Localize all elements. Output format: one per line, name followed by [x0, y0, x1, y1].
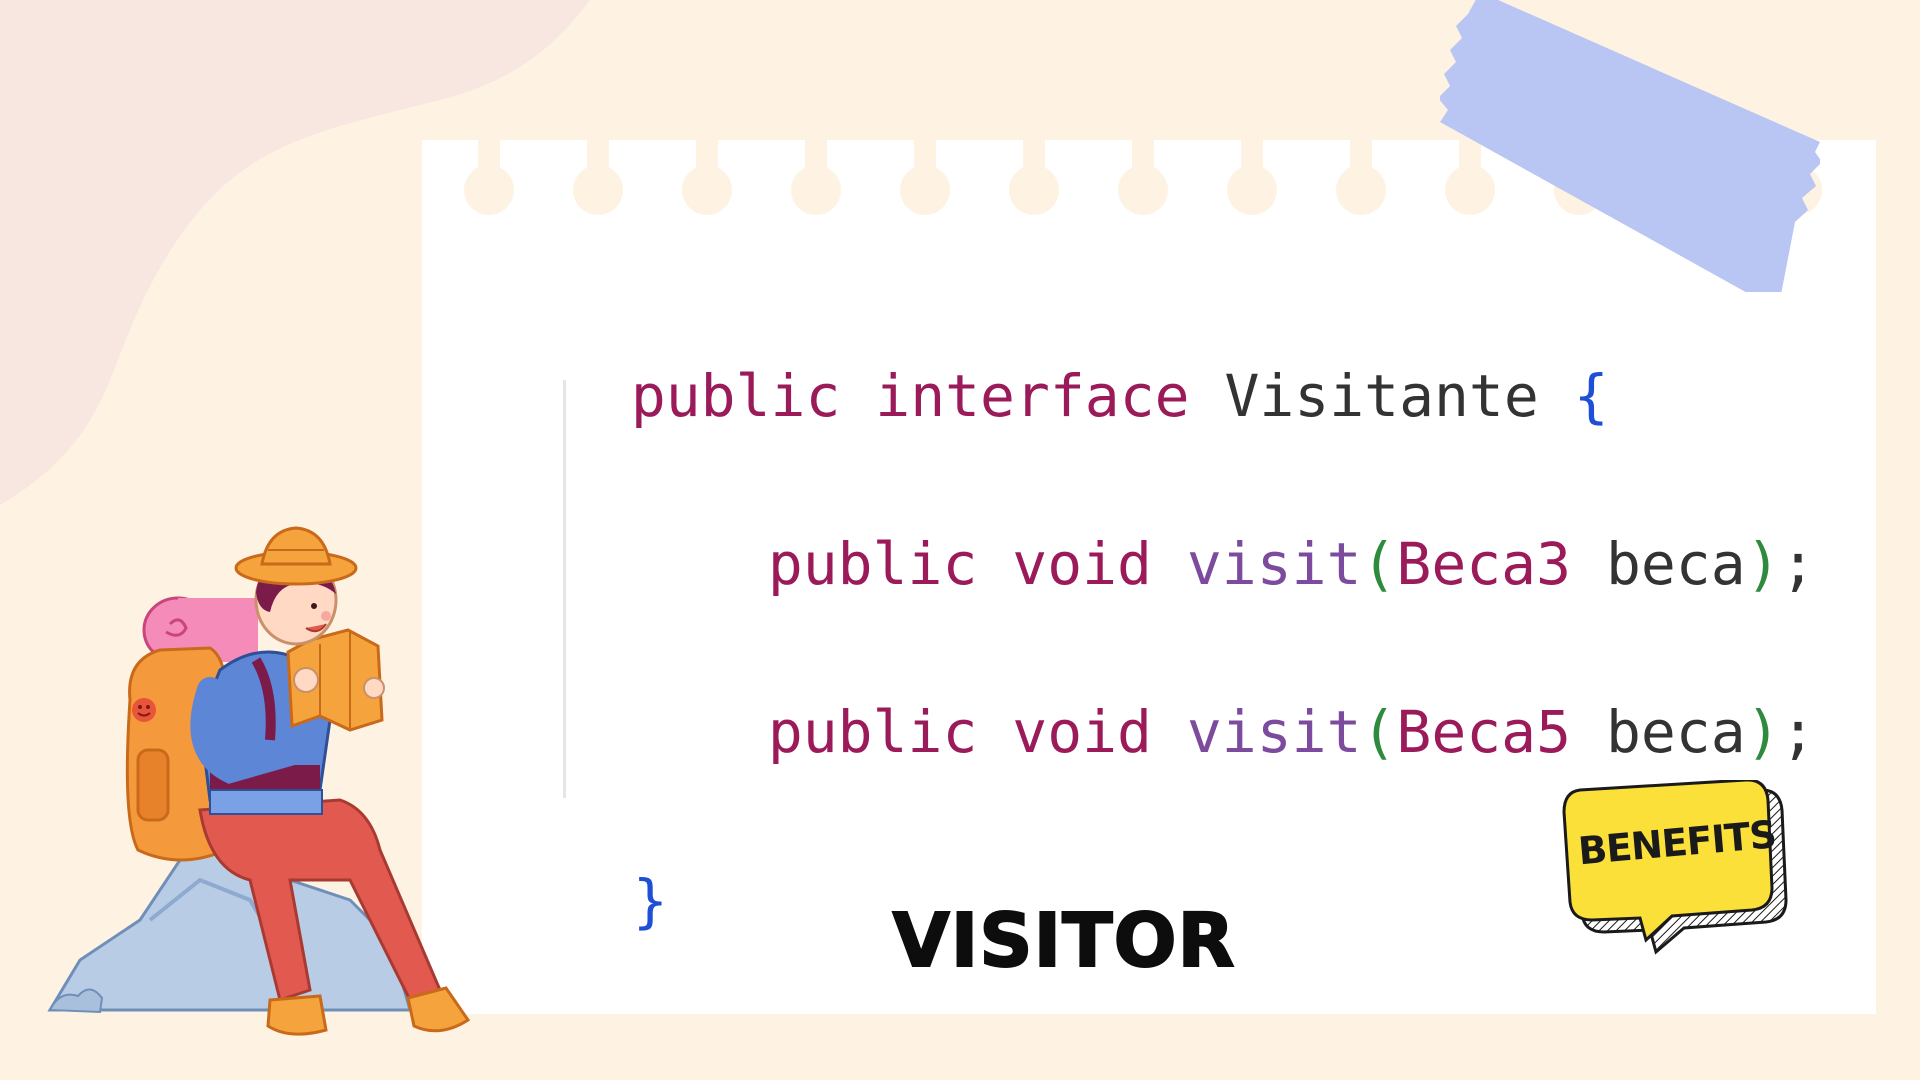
right-paren: )	[1745, 530, 1781, 598]
right-paren: )	[1745, 698, 1781, 766]
param-type: Beca3	[1396, 530, 1572, 598]
method-name: visit	[1186, 530, 1362, 598]
keyword-public: public	[630, 362, 841, 430]
keyword-public: public	[767, 530, 978, 598]
indent-guide	[563, 380, 566, 798]
open-brace: {	[1573, 362, 1609, 430]
keyword-void: void	[1012, 530, 1152, 598]
semicolon: ;	[1780, 530, 1816, 598]
code-line-visit-beca5: public void visit(Beca5 beca);	[698, 645, 1816, 761]
semicolon: ;	[1780, 698, 1816, 766]
left-paren: (	[1361, 530, 1397, 598]
keyword-interface: interface	[875, 362, 1190, 430]
keyword-public: public	[767, 698, 978, 766]
keyword-void: void	[1012, 698, 1152, 766]
hiker-illustration	[47, 526, 471, 1036]
left-paren: (	[1361, 698, 1397, 766]
interface-name: Visitante	[1224, 362, 1539, 430]
code-line-interface: public interface Visitante {	[561, 309, 1609, 425]
code-line-visit-beca3: public void visit(Beca3 beca);	[698, 477, 1816, 593]
method-name: visit	[1186, 698, 1362, 766]
tape-decoration	[1440, 0, 1820, 292]
param-type: Beca5	[1396, 698, 1572, 766]
param-name: beca	[1605, 530, 1746, 598]
param-name: beca	[1605, 698, 1746, 766]
